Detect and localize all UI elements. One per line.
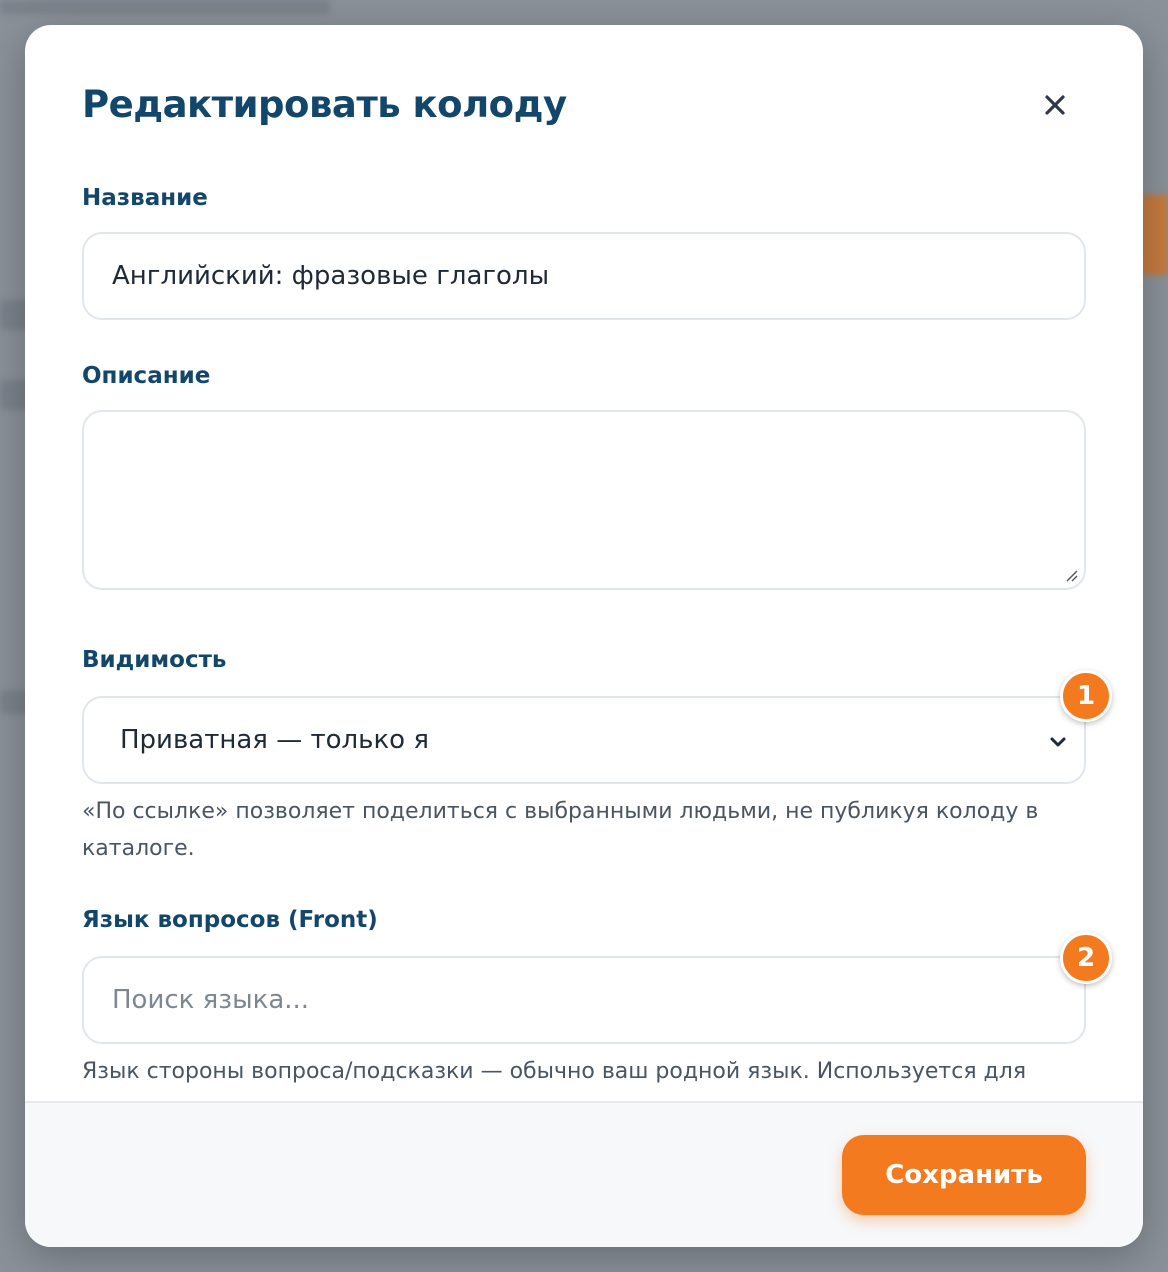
name-input[interactable]: Английский: фразовые глаголы — [82, 232, 1086, 320]
modal-footer: Сохранить — [25, 1101, 1143, 1247]
name-input-value: Английский: фразовые глаголы — [112, 261, 550, 291]
modal-title: Редактировать колоду — [82, 83, 567, 126]
language-search-placeholder: Поиск языка... — [112, 985, 310, 1015]
description-textarea[interactable] — [82, 410, 1086, 590]
chevron-down-icon — [1050, 737, 1066, 747]
modal-body: Редактировать колоду Название Английский… — [25, 25, 1143, 1101]
resize-handle-icon[interactable] — [1064, 568, 1078, 582]
step-badge-2: 2 — [1060, 932, 1112, 984]
name-label: Название — [82, 185, 208, 211]
visibility-selected-value: Приватная — только я — [120, 725, 429, 755]
background-element — [0, 0, 330, 14]
save-button[interactable]: Сохранить — [842, 1135, 1086, 1215]
visibility-label: Видимость — [82, 647, 227, 673]
language-search-input[interactable]: Поиск языка... — [82, 956, 1086, 1044]
visibility-hint: «По ссылке» позволяет поделиться с выбра… — [82, 799, 1039, 861]
front-language-hint: Язык стороны вопроса/подсказки — обычно … — [82, 1059, 1027, 1084]
edit-deck-modal: Редактировать колоду Название Английский… — [25, 25, 1143, 1247]
visibility-select[interactable]: Приватная — только я — [82, 696, 1086, 784]
step-badge-1: 1 — [1060, 670, 1112, 722]
front-language-label: Язык вопросов (Front) — [82, 907, 378, 933]
description-label: Описание — [82, 363, 211, 389]
close-button[interactable] — [1035, 85, 1075, 125]
close-icon — [1045, 95, 1065, 115]
